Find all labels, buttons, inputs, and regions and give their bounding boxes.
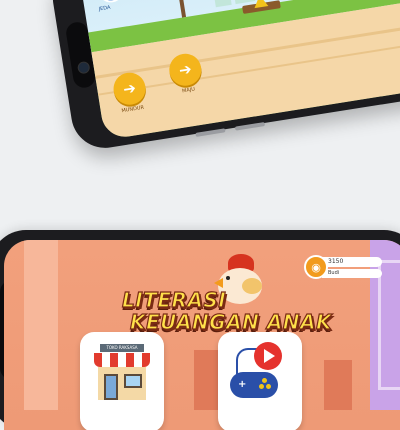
phone-menu-screen: LITERASI KEUANGAN ANAK 3150 Budi ◉ TOKO … <box>0 230 400 430</box>
arrow-left-icon: ➔ <box>121 78 138 99</box>
gamepad-icon: + <box>230 372 278 398</box>
shop-card[interactable]: TOKO RAKSASA <box>80 332 164 430</box>
volume-button <box>234 122 266 131</box>
pause-label: JEDA <box>98 4 111 13</box>
pause-button[interactable] <box>95 0 126 5</box>
shop-sign: TOKO RAKSASA <box>100 344 144 352</box>
player-name: Budi <box>328 270 340 276</box>
shelf <box>324 360 352 410</box>
coin-panel: 3150 Budi ◉ <box>304 255 384 281</box>
title-line-1: LITERASI <box>121 287 227 312</box>
store-icon: TOKO RAKSASA <box>94 344 150 400</box>
building <box>208 0 232 8</box>
curtain <box>24 240 58 410</box>
menu-screen: LITERASI KEUANGAN ANAK 3150 Budi ◉ TOKO … <box>4 240 400 430</box>
coin-icon: ◉ <box>304 255 328 279</box>
volume-button <box>195 128 226 137</box>
games-card[interactable]: + <box>218 332 302 430</box>
play-icon <box>254 342 282 370</box>
phone-game-screen: JEDA ➔ MUNDUR ➔ MAJU <box>48 0 400 153</box>
tree-trunk <box>178 0 187 18</box>
arrow-right-icon: ➔ <box>177 59 193 80</box>
title-line-2: KEUANGAN ANAK <box>129 309 333 334</box>
coin-count: 3150 <box>328 258 344 265</box>
game-screen: JEDA ➔ MUNDUR ➔ MAJU <box>78 0 400 141</box>
